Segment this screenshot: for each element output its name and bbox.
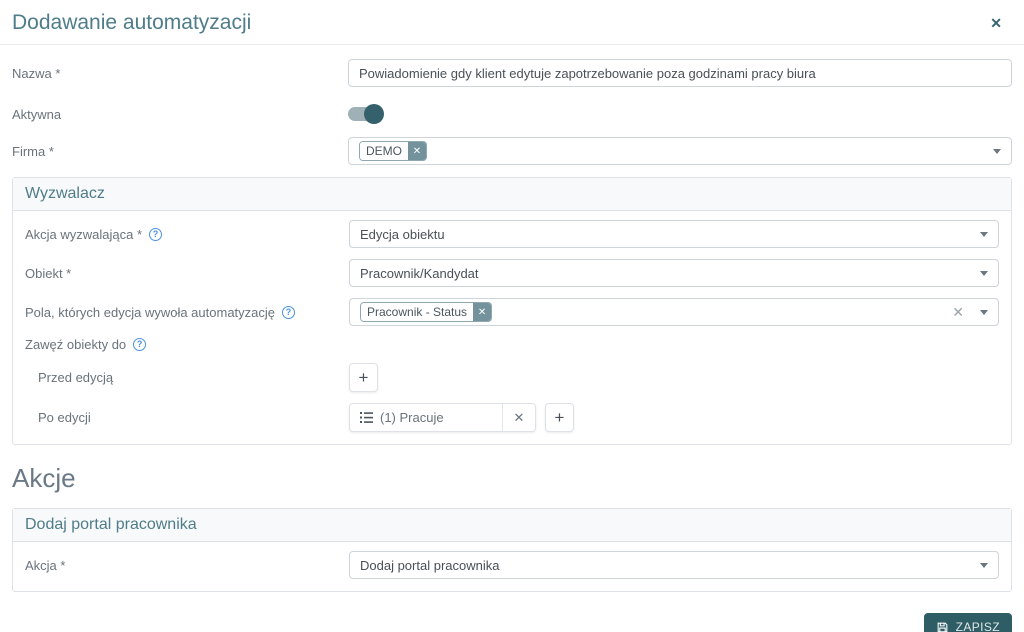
active-row: Aktywna xyxy=(12,104,1012,124)
fields-edit-tag: Pracownik - Status ✕ xyxy=(360,302,493,322)
company-tag: DEMO ✕ xyxy=(359,141,427,161)
help-icon[interactable]: ? xyxy=(149,227,163,241)
save-floppy-icon xyxy=(937,622,947,632)
modal-header: Dodawanie automatyzacji ✕ xyxy=(0,0,1024,45)
clear-icon[interactable]: ✕ xyxy=(952,305,964,319)
after-edit-row: Po edycji (1) Pracuje ✕ + xyxy=(25,403,999,432)
chevron-down-icon xyxy=(993,148,1001,154)
object-label: Obiekt * xyxy=(25,265,72,281)
company-tag-label: DEMO xyxy=(360,142,408,160)
after-edit-condition-value[interactable]: (1) Pracuje xyxy=(350,404,502,431)
help-icon[interactable]: ? xyxy=(133,338,147,351)
object-value: Pracownik/Kandydat xyxy=(360,265,479,281)
trigger-action-row: Akcja wyzwalająca * ? Edycja obiektu xyxy=(25,220,999,248)
tag-remove-icon[interactable]: ✕ xyxy=(408,142,426,160)
add-condition-after-button[interactable]: + xyxy=(545,403,574,432)
before-edit-label: Przed edycją xyxy=(38,370,114,385)
chevron-down-icon xyxy=(980,231,988,237)
fields-edit-tag-label: Pracownik - Status xyxy=(361,303,474,321)
action-row: Akcja * Dodaj portal pracownika xyxy=(25,551,999,579)
action-select[interactable]: Dodaj portal pracownika xyxy=(349,551,999,579)
add-automation-modal: Dodawanie automatyzacji ✕ Nazwa * Aktywn… xyxy=(0,0,1024,632)
chevron-down-icon xyxy=(980,562,988,568)
trigger-action-label: Akcja wyzwalająca * ? xyxy=(25,227,349,242)
action-panel-title: Dodaj portal pracownika xyxy=(13,509,1011,542)
tag-remove-icon[interactable]: ✕ xyxy=(473,303,492,321)
page-title: Dodawanie automatyzacji xyxy=(12,11,252,34)
company-row: Firma * DEMO ✕ xyxy=(12,137,1012,165)
narrow-label: Zawęź obiekty do ? xyxy=(25,337,349,352)
after-edit-condition-text: (1) Pracuje xyxy=(380,410,444,425)
save-button[interactable]: ZAPISZ xyxy=(923,613,1012,632)
company-label: Firma * xyxy=(12,143,54,159)
action-value: Dodaj portal pracownika xyxy=(360,557,500,573)
save-button-label: ZAPISZ xyxy=(955,620,1000,632)
close-icon[interactable]: ✕ xyxy=(980,12,1012,34)
narrow-row: Zawęź obiekty do ? xyxy=(25,337,999,352)
fields-edit-label: Pola, których edycja wywoła automatyzacj… xyxy=(25,305,349,320)
fields-edit-row: Pola, których edycja wywoła automatyzacj… xyxy=(25,298,999,326)
modal-footer: ZAPISZ xyxy=(0,592,1024,632)
trigger-action-value: Edycja obiektu xyxy=(360,226,445,242)
action-panel: Dodaj portal pracownika Akcja * Dodaj po… xyxy=(12,508,1012,592)
before-edit-row: Przed edycją + xyxy=(25,363,999,392)
toggle-knob xyxy=(364,104,384,124)
name-label: Nazwa * xyxy=(12,65,61,81)
narrow-label-text: Zawęź obiekty do xyxy=(25,337,127,352)
list-icon xyxy=(360,412,373,423)
chevron-down-icon xyxy=(980,270,988,276)
object-row: Obiekt * Pracownik/Kandydat xyxy=(25,259,999,287)
remove-condition-icon[interactable]: ✕ xyxy=(502,404,535,431)
trigger-panel: Wyzwalacz Akcja wyzwalająca * ? Edycja o… xyxy=(12,177,1012,445)
name-input[interactable] xyxy=(348,59,1012,87)
object-select[interactable]: Pracownik/Kandydat xyxy=(349,259,999,287)
actions-heading: Akcje xyxy=(12,463,76,493)
help-icon[interactable]: ? xyxy=(282,305,296,319)
active-label: Aktywna xyxy=(12,106,62,122)
after-edit-condition: (1) Pracuje ✕ xyxy=(349,403,536,432)
trigger-action-label-text: Akcja wyzwalająca * xyxy=(25,226,143,242)
name-row: Nazwa * xyxy=(12,59,1012,87)
action-label: Akcja * xyxy=(25,557,66,573)
trigger-panel-title: Wyzwalacz xyxy=(13,178,1011,211)
active-toggle[interactable] xyxy=(348,104,384,124)
after-edit-label: Po edycji xyxy=(38,410,91,425)
company-select[interactable]: DEMO ✕ xyxy=(348,137,1012,165)
add-condition-before-button[interactable]: + xyxy=(349,363,378,392)
trigger-action-select[interactable]: Edycja obiektu xyxy=(349,220,999,248)
fields-edit-multiselect[interactable]: Pracownik - Status ✕ ✕ xyxy=(349,298,999,326)
fields-edit-label-text: Pola, których edycja wywoła automatyzacj… xyxy=(25,304,276,320)
chevron-down-icon xyxy=(980,309,988,315)
